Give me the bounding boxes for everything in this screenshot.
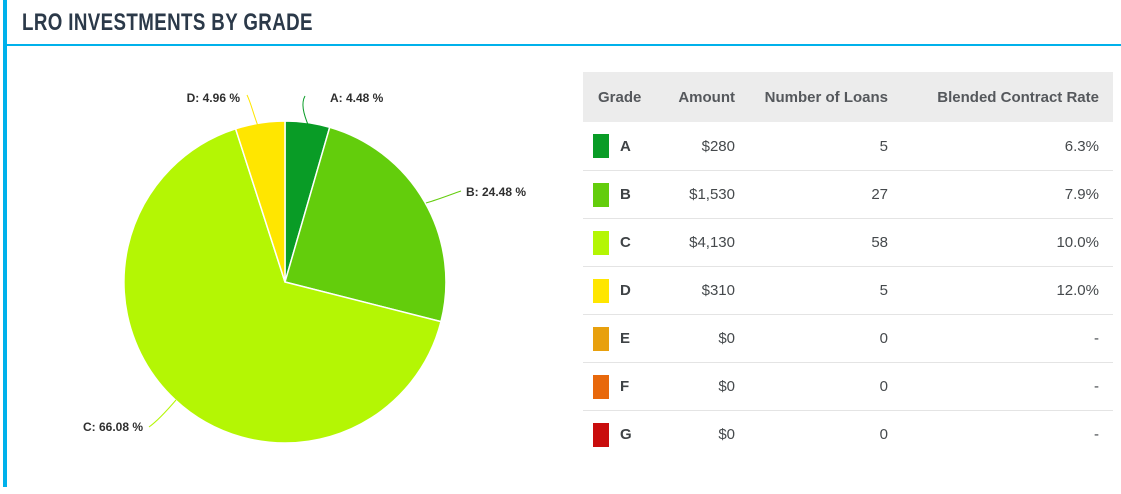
table-header-row: Grade Amount Number of Loans Blended Contra…	[583, 72, 1113, 122]
column-header-number-of-loans: Number of Loans	[764, 88, 888, 106]
grade-color-swatch	[593, 134, 609, 158]
table-row-grade-a: A $280 5 6.3%	[583, 122, 1113, 170]
grade-letter: C	[620, 234, 631, 251]
grade-color-swatch	[593, 182, 609, 207]
pie-label-connector-c	[148, 399, 177, 428]
table-row-grade-b: B $1,530 27 7.9%	[583, 170, 1113, 218]
table-row-grade-f: F $0 0 -	[583, 362, 1113, 410]
pie-label-c: C: 66.08 %	[83, 420, 143, 434]
title-underline	[3, 44, 1121, 46]
grade-cell: D	[583, 278, 678, 303]
blended-contract-rate-cell: 12.0%	[1056, 282, 1099, 299]
blended-contract-rate-cell: 10.0%	[1056, 234, 1099, 251]
amount-cell: $280	[701, 137, 735, 155]
blended-contract-rate-cell: -	[1094, 330, 1099, 347]
pie-label-connector-d	[246, 94, 259, 127]
blended-contract-rate-cell: -	[1094, 378, 1099, 395]
number-of-loans-cell: 58	[871, 234, 888, 251]
grade-color-swatch	[593, 374, 609, 399]
grade-letter: E	[620, 330, 631, 347]
grade-pie-chart: A: 4.48 % B: 24.48 % C: 66.08 % D: 4.96 %	[83, 91, 526, 444]
grade-letter: F	[620, 378, 630, 395]
amount-cell: $0	[718, 426, 735, 443]
grade-color-swatch	[593, 278, 609, 303]
table-row-grade-c: C $4,130 58 10.0%	[583, 218, 1113, 266]
grade-color-swatch	[593, 326, 609, 351]
column-header-amount: Amount	[678, 88, 735, 106]
number-of-loans-cell: 0	[879, 426, 888, 443]
amount-cell: $4,130	[689, 234, 735, 251]
pie-label-a: A: 4.48 %	[330, 91, 384, 105]
blended-contract-rate-cell: 6.3%	[1064, 137, 1099, 155]
blended-contract-rate-cell: 7.9%	[1064, 186, 1099, 203]
grade-cell: G	[583, 422, 678, 447]
grade-letter: A	[620, 137, 631, 155]
grade-cell: E	[583, 326, 678, 351]
grade-cell: A	[583, 134, 678, 158]
column-header-grade: Grade	[598, 88, 642, 106]
amount-cell: $310	[701, 282, 735, 299]
grade-color-swatch	[593, 422, 609, 447]
grade-cell: B	[583, 182, 678, 207]
pie-label-b: B: 24.48 %	[466, 185, 526, 199]
grade-color-swatch	[593, 230, 609, 255]
amount-cell: $0	[718, 330, 735, 347]
table-row-grade-e: E $0 0 -	[583, 314, 1113, 362]
pie-label-connector-b	[425, 190, 462, 204]
number-of-loans-cell: 0	[879, 330, 888, 347]
amount-cell: $1,530	[689, 186, 735, 203]
number-of-loans-cell: 5	[879, 282, 888, 299]
column-header-blended-contract-rate: Blended Contract Rate	[937, 88, 1099, 106]
table-body: A $280 5 6.3% B $1,530 27 7.9% C $4,130 58 10.0% D $3…	[583, 122, 1113, 458]
blended-contract-rate-cell: -	[1094, 426, 1099, 443]
grade-letter: G	[620, 426, 632, 443]
grade-cell: C	[583, 230, 678, 255]
number-of-loans-cell: 0	[879, 378, 888, 395]
number-of-loans-cell: 5	[879, 137, 888, 155]
amount-cell: $0	[718, 378, 735, 395]
pie-label-d: D: 4.96 %	[187, 91, 241, 105]
table-row-grade-g: G $0 0 -	[583, 410, 1113, 458]
number-of-loans-cell: 27	[871, 186, 888, 203]
page-title: LRO INVESTMENTS BY GRADE	[22, 9, 313, 36]
table-row-grade-d: D $310 5 12.0%	[583, 266, 1113, 314]
grade-letter: D	[620, 282, 631, 299]
grades-table: Grade Amount Number of Loans Blended Contra…	[583, 72, 1113, 458]
grade-cell: F	[583, 374, 678, 399]
grade-letter: B	[620, 186, 631, 203]
